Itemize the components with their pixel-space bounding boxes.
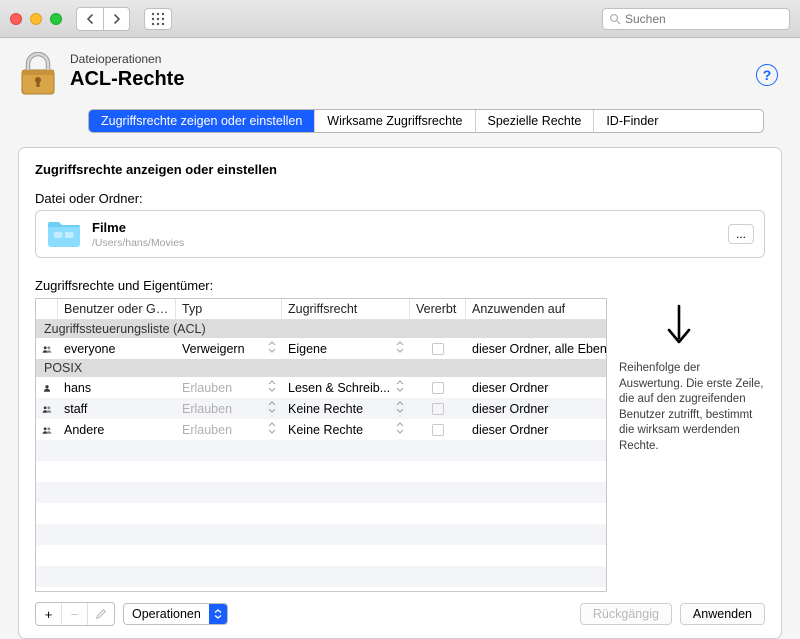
chevron-left-icon xyxy=(85,14,95,24)
th-user[interactable]: Benutzer oder Gr... xyxy=(58,299,176,319)
table-label: Zugriffsrechte und Eigentümer: xyxy=(35,278,607,293)
group-acl: Zugriffssteuerungsliste (ACL) xyxy=(36,320,606,338)
th-type[interactable]: Typ xyxy=(176,299,282,319)
chevron-up-down-icon xyxy=(214,609,222,619)
cell-apply: dieser Ordner xyxy=(466,400,606,418)
group-users-icon xyxy=(36,341,58,357)
page-title: ACL-Rechte xyxy=(70,68,184,91)
choose-file-button[interactable]: ... xyxy=(728,224,754,244)
table-header: Benutzer oder Gr... Typ Zugriffsrecht Ve… xyxy=(36,299,606,320)
cell-inherit[interactable] xyxy=(410,380,466,396)
apply-button[interactable]: Anwenden xyxy=(680,603,765,625)
cell-user: hans xyxy=(58,379,176,397)
cell-right[interactable]: Eigene xyxy=(282,339,410,358)
group-users-icon xyxy=(36,422,58,438)
cell-apply: dieser Ordner xyxy=(466,379,606,397)
cell-inherit[interactable] xyxy=(410,422,466,438)
table-row[interactable]: everyone Verweigern Eigene dieser Ordner… xyxy=(36,338,606,359)
grid-icon xyxy=(151,12,165,26)
cell-user: Andere xyxy=(58,421,176,439)
tab-id-finder[interactable]: ID-Finder xyxy=(594,110,670,132)
cell-right[interactable]: Lesen & Schreib... xyxy=(282,378,410,397)
cell-type[interactable]: Erlauben xyxy=(176,378,282,397)
cell-type[interactable]: Verweigern xyxy=(176,339,282,358)
cell-type[interactable]: Erlauben xyxy=(176,399,282,418)
cell-user: staff xyxy=(58,400,176,418)
show-all-button[interactable] xyxy=(144,8,172,30)
cell-user: everyone xyxy=(58,340,176,358)
back-button[interactable] xyxy=(77,8,103,30)
add-button[interactable]: + xyxy=(36,603,62,625)
table-row[interactable]: Andere Erlauben Keine Rechte dieser Ordn… xyxy=(36,419,606,440)
file-path: /Users/hans/Movies xyxy=(92,237,184,249)
search-input[interactable] xyxy=(625,12,783,26)
edit-button[interactable] xyxy=(88,603,114,625)
file-name: Filme xyxy=(92,220,184,235)
cell-type[interactable]: Erlauben xyxy=(176,420,282,439)
table-row[interactable]: staff Erlauben Keine Rechte dieser Ordne… xyxy=(36,398,606,419)
th-right[interactable]: Zugriffsrecht xyxy=(282,299,410,319)
tab-bar: Zugriffsrechte zeigen oder einstellen Wi… xyxy=(88,109,764,133)
pencil-icon xyxy=(95,608,107,620)
info-text: Reihenfolge der Auswertung. Die erste Ze… xyxy=(619,361,765,454)
file-field-label: Datei oder Ordner: xyxy=(35,191,765,206)
th-drag[interactable] xyxy=(36,299,58,319)
permissions-table: Benutzer oder Gr... Typ Zugriffsrecht Ve… xyxy=(35,298,607,592)
cell-right[interactable]: Keine Rechte xyxy=(282,420,410,439)
main-panel: Zugriffsrechte anzeigen oder einstellen … xyxy=(18,147,782,639)
operations-label: Operationen xyxy=(124,607,209,621)
row-edit-buttons: + − xyxy=(35,602,115,626)
tab-special-permissions[interactable]: Spezielle Rechte xyxy=(476,110,595,132)
window-controls xyxy=(10,13,62,25)
th-apply[interactable]: Anzuwenden auf xyxy=(466,299,606,319)
folder-icon xyxy=(46,219,82,249)
lock-icon xyxy=(18,52,58,101)
help-icon: ? xyxy=(763,67,772,83)
single-user-icon xyxy=(36,380,58,396)
operations-dropdown-trigger[interactable] xyxy=(209,603,227,625)
zoom-window-button[interactable] xyxy=(50,13,62,25)
undo-button[interactable]: Rückgängig xyxy=(580,603,672,625)
table-row[interactable]: hans Erlauben Lesen & Schreib... dieser … xyxy=(36,377,606,398)
group-posix: POSIX xyxy=(36,359,606,377)
titlebar xyxy=(0,0,800,38)
info-aside: Reihenfolge der Auswertung. Die erste Ze… xyxy=(619,278,765,592)
minimize-window-button[interactable] xyxy=(30,13,42,25)
cell-right[interactable]: Keine Rechte xyxy=(282,399,410,418)
search-field[interactable] xyxy=(602,8,790,30)
header: Dateioperationen ACL-Rechte ? xyxy=(0,38,800,101)
search-icon xyxy=(609,13,621,25)
remove-button[interactable]: − xyxy=(62,603,88,625)
chevron-right-icon xyxy=(112,14,122,24)
close-window-button[interactable] xyxy=(10,13,22,25)
forward-button[interactable] xyxy=(103,8,129,30)
file-selector[interactable]: Filme /Users/hans/Movies ... xyxy=(35,210,765,258)
section-heading: Zugriffsrechte anzeigen oder einstellen xyxy=(35,162,765,177)
tab-effective-permissions[interactable]: Wirksame Zugriffsrechte xyxy=(315,110,475,132)
cell-apply: dieser Ordner xyxy=(466,421,606,439)
footer: + − Operationen Rückgängig Anwenden xyxy=(35,592,765,638)
operations-menu[interactable]: Operationen xyxy=(123,603,228,625)
cell-inherit[interactable] xyxy=(410,341,466,357)
arrow-down-icon xyxy=(663,304,765,349)
table-body: Zugriffssteuerungsliste (ACL) everyone V… xyxy=(36,320,606,591)
th-inherit[interactable]: Vererbt xyxy=(410,299,466,319)
help-button[interactable]: ? xyxy=(756,64,778,86)
cell-apply: dieser Ordner, alle Ebenen xyxy=(466,340,606,358)
cell-inherit[interactable] xyxy=(410,401,466,417)
tab-show-permissions[interactable]: Zugriffsrechte zeigen oder einstellen xyxy=(89,110,315,132)
nav-back-forward xyxy=(76,7,130,31)
group-users-icon xyxy=(36,401,58,417)
breadcrumb: Dateioperationen xyxy=(70,52,184,66)
